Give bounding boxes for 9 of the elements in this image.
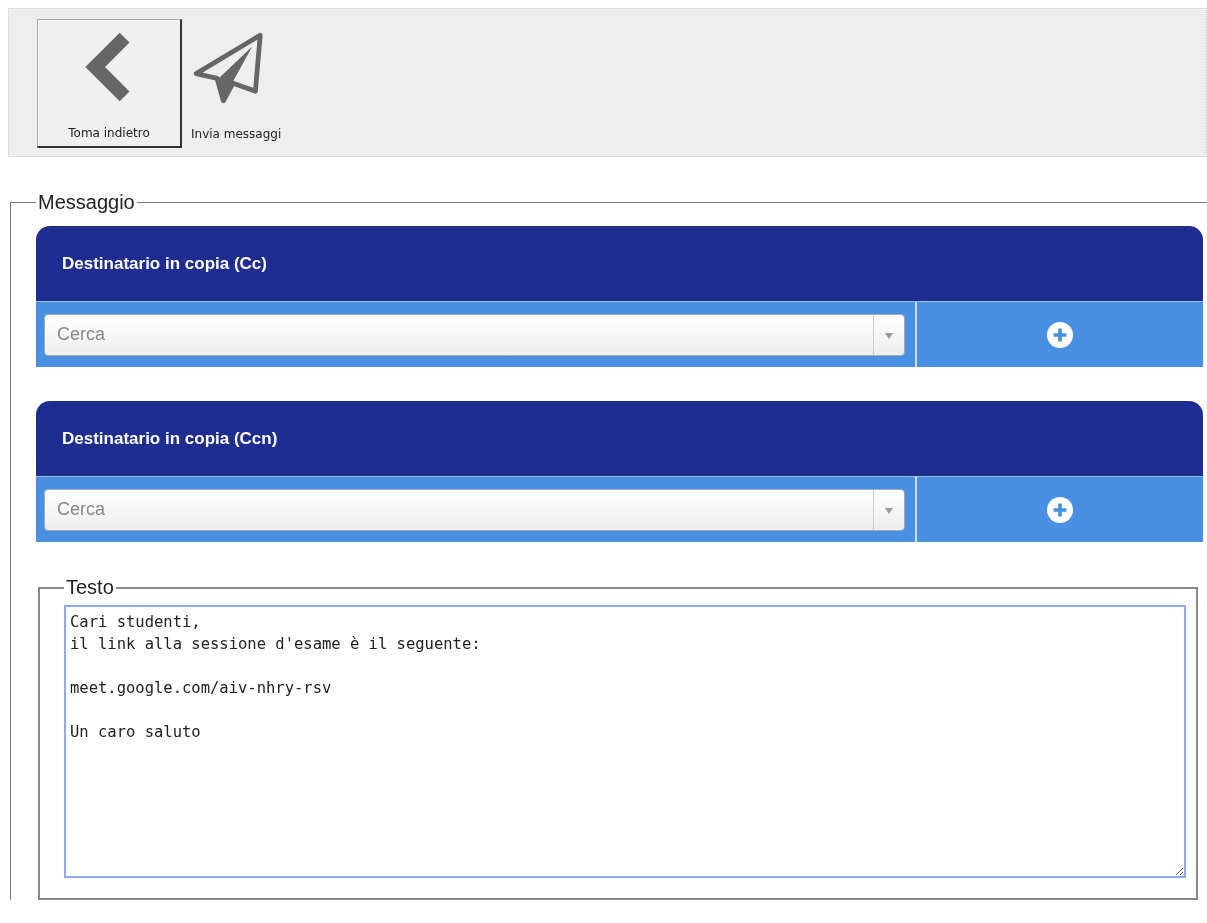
plus-circle-icon [1047, 321, 1073, 348]
toolbar-button[interactable]: Toma indietro [37, 19, 182, 148]
panel-title: Destinatario in copia (Ccn) [62, 428, 278, 449]
toolbar-button[interactable]: Invia messaggi [186, 19, 296, 148]
fieldset-legend: Messaggio [36, 191, 137, 214]
plus-circle-icon [1047, 496, 1073, 523]
fieldset-legend: Testo [64, 576, 116, 599]
message-textarea[interactable]: Cari studenti, il link alla sessione d'esame è il seguente: meet.google.com/aiv-nhry-rsv Un caro saluto [64, 605, 1186, 878]
panel-title: Destinatario in copia (Cc) [62, 253, 267, 274]
